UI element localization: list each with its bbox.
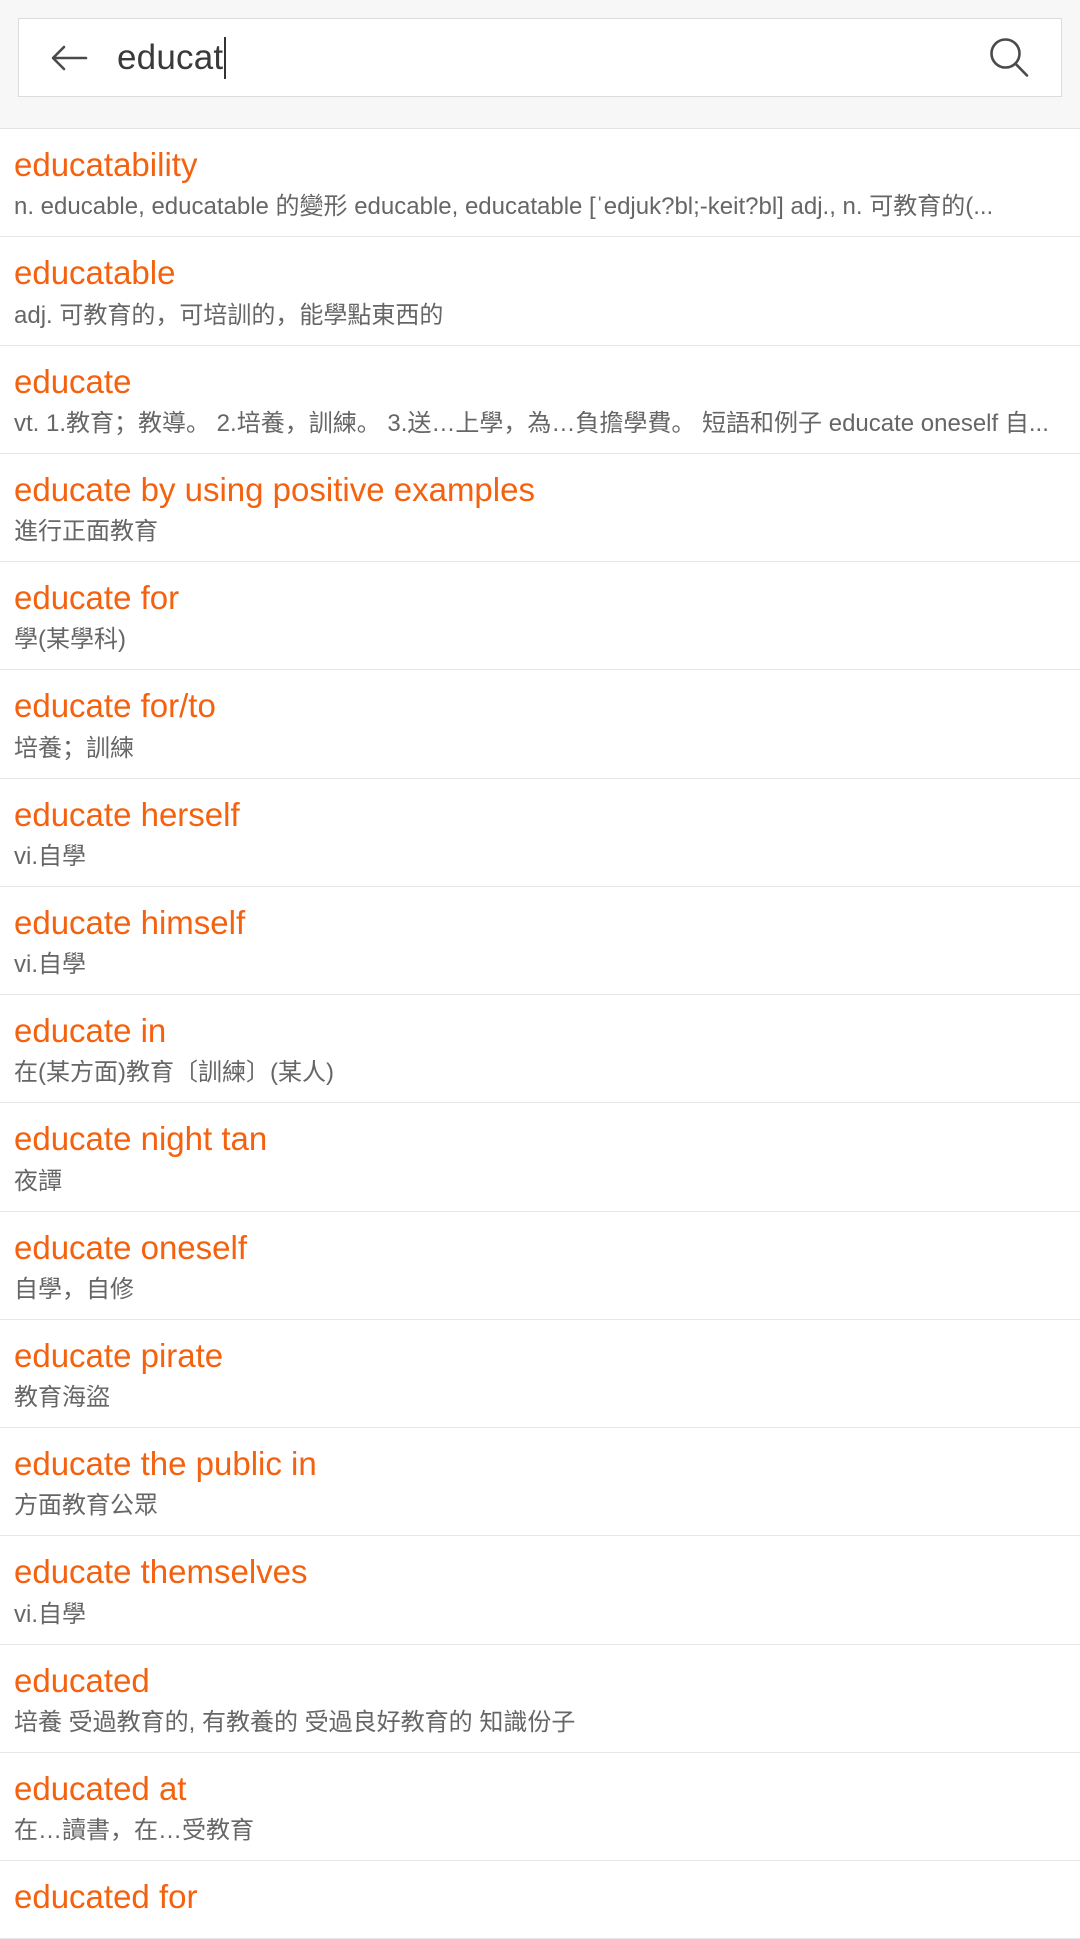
result-word: educate herself [14,795,240,833]
result-row[interactable]: educate the public in 方面教育公眾 [0,1428,1080,1537]
result-definition: n. educable, educatable 的變形 educable, ed… [14,193,994,221]
result-row[interactable]: educated for [0,1861,1080,1939]
result-word: educate for/to [14,687,216,725]
result-row[interactable]: educate for/to 培養；訓練 [0,670,1080,779]
result-definition: 自學，自修 [14,1275,134,1303]
search-input-value: educat [117,38,224,77]
result-word: educate in [14,1012,167,1049]
result-word: educate night tan [14,1120,268,1158]
result-row[interactable]: educate for 學(某學科) [0,562,1080,671]
result-row[interactable]: educated at 在…讀書，在…受教育 [0,1753,1080,1861]
result-row[interactable]: educate himself vi.自學 [0,887,1080,995]
search-header: educat [0,0,1080,128]
result-definition: 培養；訓練 [14,734,134,762]
result-word: educate by using positive examples [14,470,535,508]
result-definition: 夜譚 [14,1167,62,1195]
back-arrow-icon[interactable] [47,36,91,80]
search-results-list: educatability n. educable, educatable 的變形… [0,128,1080,1939]
result-definition: vi.自學 [14,1600,86,1628]
result-definition: vt. 1.教育；教導。 2.培養，訓練。 3.送…上學，為…負擔學費。 短語和… [14,409,1049,437]
result-definition: vi.自學 [14,842,86,870]
result-word: educatability [14,146,198,183]
result-word: educate pirate [14,1336,224,1374]
search-bar[interactable]: educat [18,18,1062,97]
result-word: educated for [14,1878,198,1915]
result-row[interactable]: educate in 在(某方面)教育〔訓練〕(某人) [0,995,1080,1104]
result-definition: 方面教育公眾 [14,1492,158,1520]
result-row[interactable]: educate herself vi.自學 [0,779,1080,887]
result-word: educate for [14,579,180,616]
result-row[interactable]: educatability n. educable, educatable 的變形… [0,129,1080,238]
result-row[interactable]: educatable adj. 可教育的，可培訓的，能學點東西的 [0,237,1080,346]
result-definition: 進行正面教育 [14,518,158,545]
result-word: educate themselves [14,1553,308,1591]
result-row[interactable]: educate vt. 1.教育；教導。 2.培養，訓練。 3.送…上學，為…負擔… [0,346,1080,454]
result-definition: 學(某學科) [14,626,126,654]
text-caret [224,36,227,79]
search-input[interactable]: educat [117,19,983,96]
result-row[interactable]: educate by using positive examples 進行正面教育 [0,454,1080,562]
result-definition: 在…讀書，在…受教育 [14,1817,254,1844]
result-definition: vi.自學 [14,951,86,978]
result-row[interactable]: educate pirate 教育海盜 [0,1320,1080,1428]
result-word: educated at [14,1769,187,1807]
result-word: educated [14,1661,150,1699]
result-word: educatable [14,254,176,292]
result-row[interactable]: educated 培養 受過教育的, 有教養的 受過良好教育的 知識份子 [0,1645,1080,1753]
result-word: educate the public in [14,1445,317,1482]
result-row[interactable]: educate themselves vi.自學 [0,1536,1080,1645]
result-definition: 在(某方面)教育〔訓練〕(某人) [14,1059,334,1087]
result-definition: 教育海盜 [14,1384,110,1411]
result-word: educate [14,362,132,400]
result-word: educate himself [14,903,246,941]
search-icon[interactable] [983,32,1035,84]
result-definition: adj. 可教育的，可培訓的，能學點東西的 [14,301,444,329]
result-word: educate oneself [14,1228,248,1266]
result-row[interactable]: educate oneself 自學，自修 [0,1212,1080,1320]
result-definition: 培養 受過教育的, 有教養的 受過良好教育的 知識份子 [14,1708,576,1736]
result-row[interactable]: educate night tan 夜譚 [0,1103,1080,1212]
